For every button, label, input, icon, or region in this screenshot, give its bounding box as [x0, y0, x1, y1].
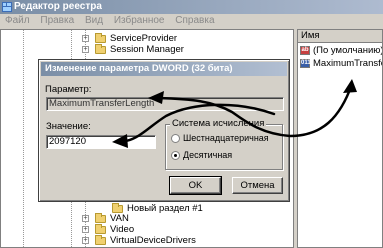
folder-icon — [95, 213, 106, 223]
string-value-icon: ab — [300, 46, 310, 55]
menu-help[interactable]: Справка — [171, 14, 218, 28]
dword-value-icon: 011 — [300, 59, 311, 68]
app-title: Редактор реестра — [14, 1, 102, 12]
expand-icon[interactable]: + — [82, 237, 89, 244]
dialog-title: Изменение параметра DWORD (32 бита) — [41, 62, 287, 76]
menu-bar: Файл Правка Вид Избранное Справка — [0, 14, 383, 28]
value-name: (По умолчанию) — [313, 45, 383, 56]
app-titlebar: Редактор реестра — [0, 0, 383, 14]
tree-item-label: VirtualDeviceDrivers — [110, 235, 196, 246]
param-name-label: Параметр: — [45, 84, 92, 95]
column-header-name[interactable]: Имя — [298, 30, 382, 43]
tree-item-video[interactable]: + Video — [1, 224, 291, 235]
expand-icon[interactable]: + — [82, 35, 89, 42]
expand-icon[interactable]: + — [82, 215, 89, 222]
param-name-field: MaximumTransferLength — [46, 97, 284, 111]
radix-groupbox-label: Система исчисления — [170, 118, 267, 129]
folder-icon — [95, 235, 106, 245]
value-row-maximumtransferlength[interactable]: 011 MaximumTransfe... — [298, 58, 382, 69]
tree-item-virtualdevicedrivers[interactable]: + VirtualDeviceDrivers — [1, 235, 291, 246]
value-row-default[interactable]: ab (По умолчанию) — [298, 45, 383, 56]
radio-decimal-button[interactable] — [171, 151, 180, 160]
tree-item-label: ServiceProvider — [110, 33, 178, 44]
registry-icon — [2, 2, 12, 12]
edit-dword-dialog: Изменение параметра DWORD (32 бита) Пара… — [38, 59, 290, 202]
tree-item-serviceprovider[interactable]: + ServiceProvider — [1, 33, 291, 44]
value-data-label: Значение: — [46, 121, 91, 132]
tree-item-new-key-1[interactable]: Новый раздел #1 — [1, 203, 291, 214]
value-name: MaximumTransfe... — [313, 58, 382, 69]
tree-item-label: Video — [110, 224, 135, 235]
menu-edit[interactable]: Правка — [36, 14, 78, 28]
tree-item-session-manager[interactable]: + Session Manager — [1, 44, 291, 55]
menu-view[interactable]: Вид — [81, 14, 107, 28]
folder-icon — [112, 203, 123, 213]
radio-hex-label: Шестнадцатеричная — [183, 133, 269, 143]
folder-icon — [95, 224, 106, 234]
folder-icon — [95, 44, 106, 54]
radio-decimal-label: Десятичная — [183, 150, 233, 160]
tree-item-label: Новый раздел #1 — [127, 203, 203, 214]
ok-button[interactable]: OK — [169, 176, 222, 195]
tree-item-label: VAN — [110, 213, 129, 224]
folder-icon — [95, 33, 106, 43]
cancel-button[interactable]: Отмена — [232, 177, 283, 194]
tree-item-van[interactable]: + VAN — [1, 213, 291, 224]
expand-icon[interactable]: + — [82, 226, 89, 233]
tree-item-label: Session Manager — [110, 44, 184, 55]
values-list-pane[interactable]: Имя ab (По умолчанию) 011 MaximumTransfe… — [297, 29, 383, 248]
radio-hex-button[interactable] — [171, 134, 180, 143]
menu-file[interactable]: Файл — [0, 14, 34, 28]
value-data-input[interactable]: 2097120 — [46, 135, 156, 149]
expand-icon[interactable]: + — [82, 46, 89, 53]
radix-groupbox: Система исчисления Шестнадцатеричная Дес… — [165, 118, 283, 170]
menu-favorites[interactable]: Избранное — [110, 14, 169, 28]
